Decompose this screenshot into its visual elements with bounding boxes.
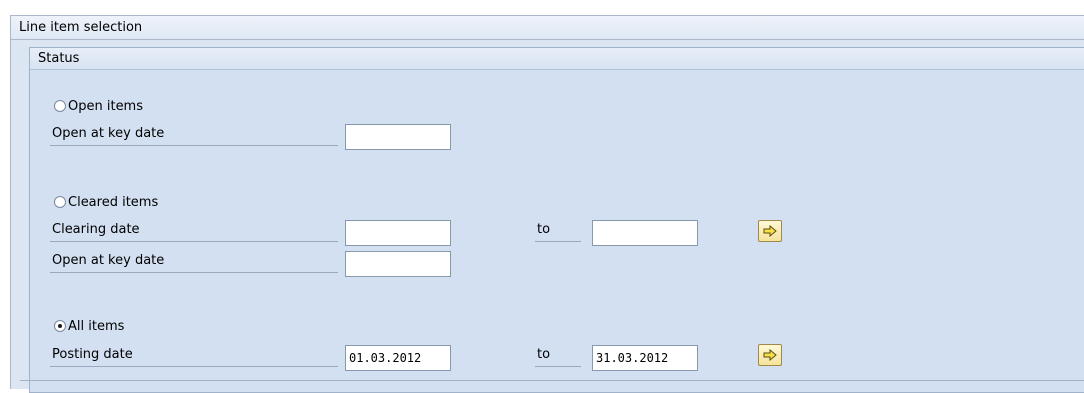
- posting-date-to-input[interactable]: 31.03.2012: [592, 345, 698, 371]
- posting-date-from-input[interactable]: 01.03.2012: [345, 345, 451, 371]
- posting-date-to-label: to: [535, 343, 581, 367]
- status-group: Status Open items Open at key date Clear…: [29, 47, 1084, 393]
- cleared-items-radio[interactable]: Cleared items: [54, 192, 158, 212]
- clearing-date-multiple-selection-button[interactable]: [758, 220, 782, 242]
- open-items-radio-button[interactable]: [54, 100, 66, 112]
- clearing-date-label: Clearing date: [50, 218, 338, 242]
- open-items-radio[interactable]: Open items: [54, 96, 143, 116]
- arrow-right-icon: [763, 349, 777, 361]
- posting-date-label: Posting date: [50, 343, 338, 367]
- all-items-label: All items: [68, 318, 125, 334]
- cleared-items-label: Cleared items: [68, 194, 159, 210]
- clearing-date-to-label: to: [535, 218, 581, 242]
- group-bottom-border: [20, 380, 1084, 381]
- line-item-selection-title: Line item selection: [11, 16, 1084, 40]
- open-at-key-date-label: Open at key date: [50, 122, 338, 146]
- posting-date-multiple-selection-button[interactable]: [758, 344, 782, 366]
- all-items-radio[interactable]: All items: [54, 316, 124, 336]
- clearing-date-from-input[interactable]: [345, 220, 451, 246]
- open-at-key-date-input[interactable]: [345, 124, 451, 150]
- open-items-label: Open items: [68, 98, 143, 114]
- cleared-open-at-key-date-input[interactable]: [345, 251, 451, 277]
- status-title: Status: [30, 48, 1084, 70]
- cleared-items-radio-button[interactable]: [54, 196, 66, 208]
- line-item-selection-group: Line item selection Status Open items Op…: [10, 15, 1084, 393]
- all-items-radio-button[interactable]: [54, 320, 66, 332]
- cleared-open-at-key-date-label: Open at key date: [50, 249, 338, 273]
- clearing-date-to-input[interactable]: [592, 220, 698, 246]
- arrow-right-icon: [763, 225, 777, 237]
